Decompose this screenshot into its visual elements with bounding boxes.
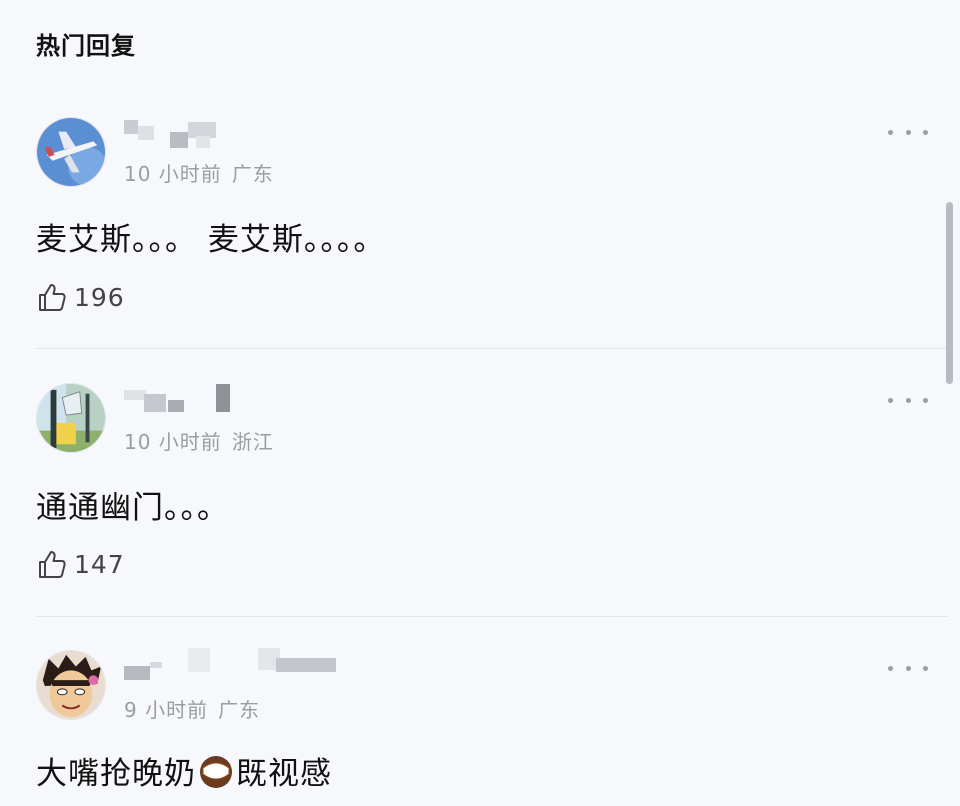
more-options-icon[interactable] [888,390,928,410]
comment-location: 广东 [231,162,274,186]
comment-meta: 9 小时前 广东 [124,694,260,723]
like-count: 196 [74,282,125,312]
comment-text: 大嘴抢晚奶 既视感 [36,748,332,793]
comment-meta: 10 小时前 广东 [124,158,274,187]
comment-time: 9 小时前 [124,698,209,722]
comment-text: 通通幽门。。。 [36,490,229,526]
comment-location: 浙江 [231,430,274,454]
more-options-icon[interactable] [888,122,928,142]
like-button[interactable]: 147 [36,547,125,581]
comment-meta: 10 小时前 浙江 [124,426,274,455]
thumbs-up-icon [39,284,66,311]
scrollbar[interactable] [946,202,953,384]
like-count: 147 [74,549,125,579]
username-redacted [124,120,344,154]
airplane-avatar-icon[interactable] [36,117,106,187]
anime-face-avatar-icon[interactable] [36,650,106,720]
comment-text: 麦艾斯。。。 麦艾斯。。。。 [36,222,386,258]
divider [36,348,948,349]
username-redacted [124,648,344,682]
comment-location: 广东 [218,698,261,722]
cartoon-avatar-icon[interactable] [36,383,106,453]
comment-text-part: 既视感 [236,756,332,792]
comment-time: 10 小时前 [124,162,222,186]
more-options-icon[interactable] [888,658,928,678]
thumbs-up-icon [39,551,66,578]
comment-page: 热门回复 10 小时前 广东 麦艾斯。。。 麦艾斯。。。。 196 10 小时前… [0,0,960,806]
username-redacted [124,384,344,418]
like-button[interactable]: 196 [36,280,125,314]
coconut-emoji-icon [200,756,232,788]
comment-text-part: 大嘴抢晚奶 [36,756,196,792]
page-title: 热门回复 [36,32,136,60]
comment-time: 10 小时前 [124,430,222,454]
divider [36,616,948,617]
